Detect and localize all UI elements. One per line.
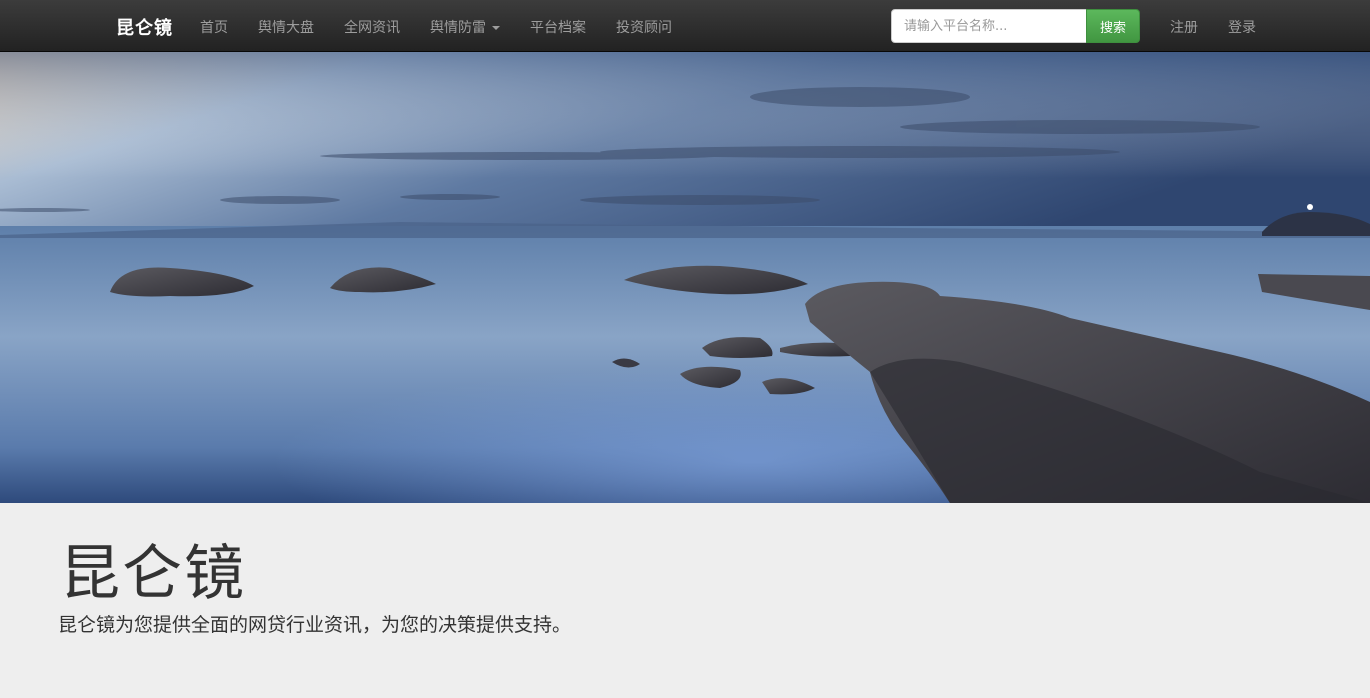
caret-down-icon bbox=[492, 26, 500, 30]
page-subtitle: 昆仑镜为您提供全面的网贷行业资讯，为您的决策提供支持。 bbox=[58, 614, 572, 636]
search-button[interactable]: 搜索 bbox=[1086, 9, 1140, 43]
login-link[interactable]: 登录 bbox=[1228, 17, 1256, 37]
register-link[interactable]: 注册 bbox=[1170, 17, 1198, 37]
page-title: 昆仑镜 bbox=[60, 539, 246, 609]
nav-item-risk-label: 舆情防雷 bbox=[430, 20, 486, 36]
nav-item-risk-dropdown[interactable]: 舆情防雷 bbox=[430, 17, 500, 37]
nav-item-investment-advisor[interactable]: 投资顾问 bbox=[616, 17, 672, 37]
nav-item-home[interactable]: 首页 bbox=[200, 17, 228, 37]
top-navbar: 昆仑镜 首页 舆情大盘 全网资讯 舆情防雷 平台档案 投资顾问 搜索 注册 登录 bbox=[0, 0, 1370, 52]
brand-logo[interactable]: 昆仑镜 bbox=[116, 14, 173, 40]
jumbotron: 昆仑镜 昆仑镜为您提供全面的网贷行业资讯，为您的决策提供支持。 bbox=[0, 503, 1370, 698]
hero-banner-image bbox=[0, 52, 1370, 503]
seascape-photo bbox=[0, 52, 1370, 503]
nav-item-platform-archive[interactable]: 平台档案 bbox=[530, 17, 586, 37]
nav-item-news[interactable]: 全网资讯 bbox=[344, 17, 400, 37]
nav-item-dashboard[interactable]: 舆情大盘 bbox=[258, 17, 314, 37]
search-input[interactable] bbox=[891, 9, 1087, 43]
